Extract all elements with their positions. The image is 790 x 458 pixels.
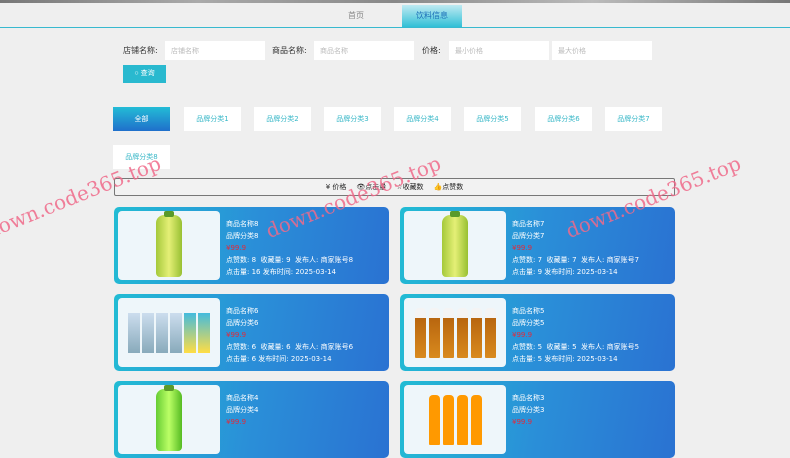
tab-beverage-info[interactable]: 饮料信息 bbox=[402, 5, 462, 27]
category-4[interactable]: 品牌分类4 bbox=[394, 107, 451, 131]
product-category: 品牌分类3 bbox=[512, 406, 545, 414]
category-7[interactable]: 品牌分类7 bbox=[605, 107, 662, 131]
product-name: 商品名称7 bbox=[512, 220, 545, 228]
product-image bbox=[118, 210, 220, 280]
product-price: ¥99.9 bbox=[226, 418, 247, 426]
category-6[interactable]: 品牌分类6 bbox=[535, 107, 592, 131]
sort-price[interactable]: ¥ 价格 bbox=[326, 182, 347, 192]
product-card[interactable]: 商品名称8 品牌分类8 ¥99.9 点赞数: 8 收藏量: 9 发布人: 商家账号8 点… bbox=[114, 207, 389, 284]
top-nav: 首页 饮料信息 bbox=[0, 3, 790, 28]
sort-likes[interactable]: 👍点赞数 bbox=[434, 182, 464, 192]
product-price: ¥99.9 bbox=[226, 244, 247, 252]
shop-name-input[interactable] bbox=[165, 41, 265, 60]
product-name: 商品名称4 bbox=[226, 394, 259, 402]
product-card[interactable]: 商品名称4 品牌分类4 ¥99.9 bbox=[114, 381, 389, 458]
product-name: 商品名称6 bbox=[226, 307, 259, 315]
product-name: 商品名称8 bbox=[226, 220, 259, 228]
category-3[interactable]: 品牌分类3 bbox=[324, 107, 381, 131]
query-button[interactable]: ○ 查询 bbox=[123, 65, 166, 83]
product-category: 品牌分类5 bbox=[512, 319, 545, 327]
product-category: 品牌分类8 bbox=[226, 232, 259, 240]
sort-favorites[interactable]: ☆收藏数 bbox=[396, 182, 423, 192]
category-1[interactable]: 品牌分类1 bbox=[184, 107, 241, 131]
product-price: ¥99.9 bbox=[512, 244, 533, 252]
min-price-input[interactable] bbox=[449, 41, 549, 60]
sort-clicks[interactable]: 👁点击量 bbox=[356, 182, 386, 192]
product-price: ¥99.9 bbox=[512, 331, 533, 339]
category-all[interactable]: 全部 bbox=[113, 107, 170, 131]
query-label: 查询 bbox=[140, 70, 155, 77]
product-price: ¥99.9 bbox=[226, 331, 247, 339]
product-card[interactable]: 商品名称3 品牌分类3 ¥99.9 bbox=[400, 381, 675, 458]
max-price-input[interactable] bbox=[552, 41, 652, 60]
product-image bbox=[118, 298, 220, 367]
product-image bbox=[118, 384, 220, 454]
shop-name-label: 店铺名称: bbox=[123, 46, 158, 55]
goods-name-input[interactable] bbox=[314, 41, 414, 60]
eye-icon: 👁 bbox=[356, 183, 366, 191]
product-image bbox=[404, 210, 506, 280]
product-category: 品牌分类4 bbox=[226, 406, 259, 414]
product-category: 品牌分类6 bbox=[226, 319, 259, 327]
price-label: 价格: bbox=[422, 46, 441, 55]
category-5[interactable]: 品牌分类5 bbox=[464, 107, 521, 131]
product-price: ¥99.9 bbox=[512, 418, 533, 426]
product-card[interactable]: 商品名称7 品牌分类7 ¥99.9 点赞数: 7 收藏量: 7 发布人: 商家账号7 点… bbox=[400, 207, 675, 284]
category-8[interactable]: 品牌分类8 bbox=[113, 145, 170, 169]
goods-name-label: 商品名称: bbox=[272, 46, 307, 55]
product-image bbox=[404, 298, 506, 367]
tab-home[interactable]: 首页 bbox=[326, 5, 386, 27]
product-name: 商品名称5 bbox=[512, 307, 545, 315]
category-2[interactable]: 品牌分类2 bbox=[254, 107, 311, 131]
product-category: 品牌分类7 bbox=[512, 232, 545, 240]
sort-bar: ¥ 价格 👁点击量 ☆收藏数 👍点赞数 bbox=[114, 178, 675, 196]
product-card[interactable]: 商品名称5 品牌分类5 ¥99.9 点赞数: 5 收藏量: 5 发布人: 商家账号5 点… bbox=[400, 294, 675, 371]
product-image bbox=[404, 385, 506, 454]
thumb-icon: 👍 bbox=[433, 183, 443, 191]
product-name: 商品名称3 bbox=[512, 394, 545, 402]
product-card[interactable]: 商品名称6 品牌分类6 ¥99.9 点赞数: 6 收藏量: 6 发布人: 商家账号6 点… bbox=[114, 294, 389, 371]
